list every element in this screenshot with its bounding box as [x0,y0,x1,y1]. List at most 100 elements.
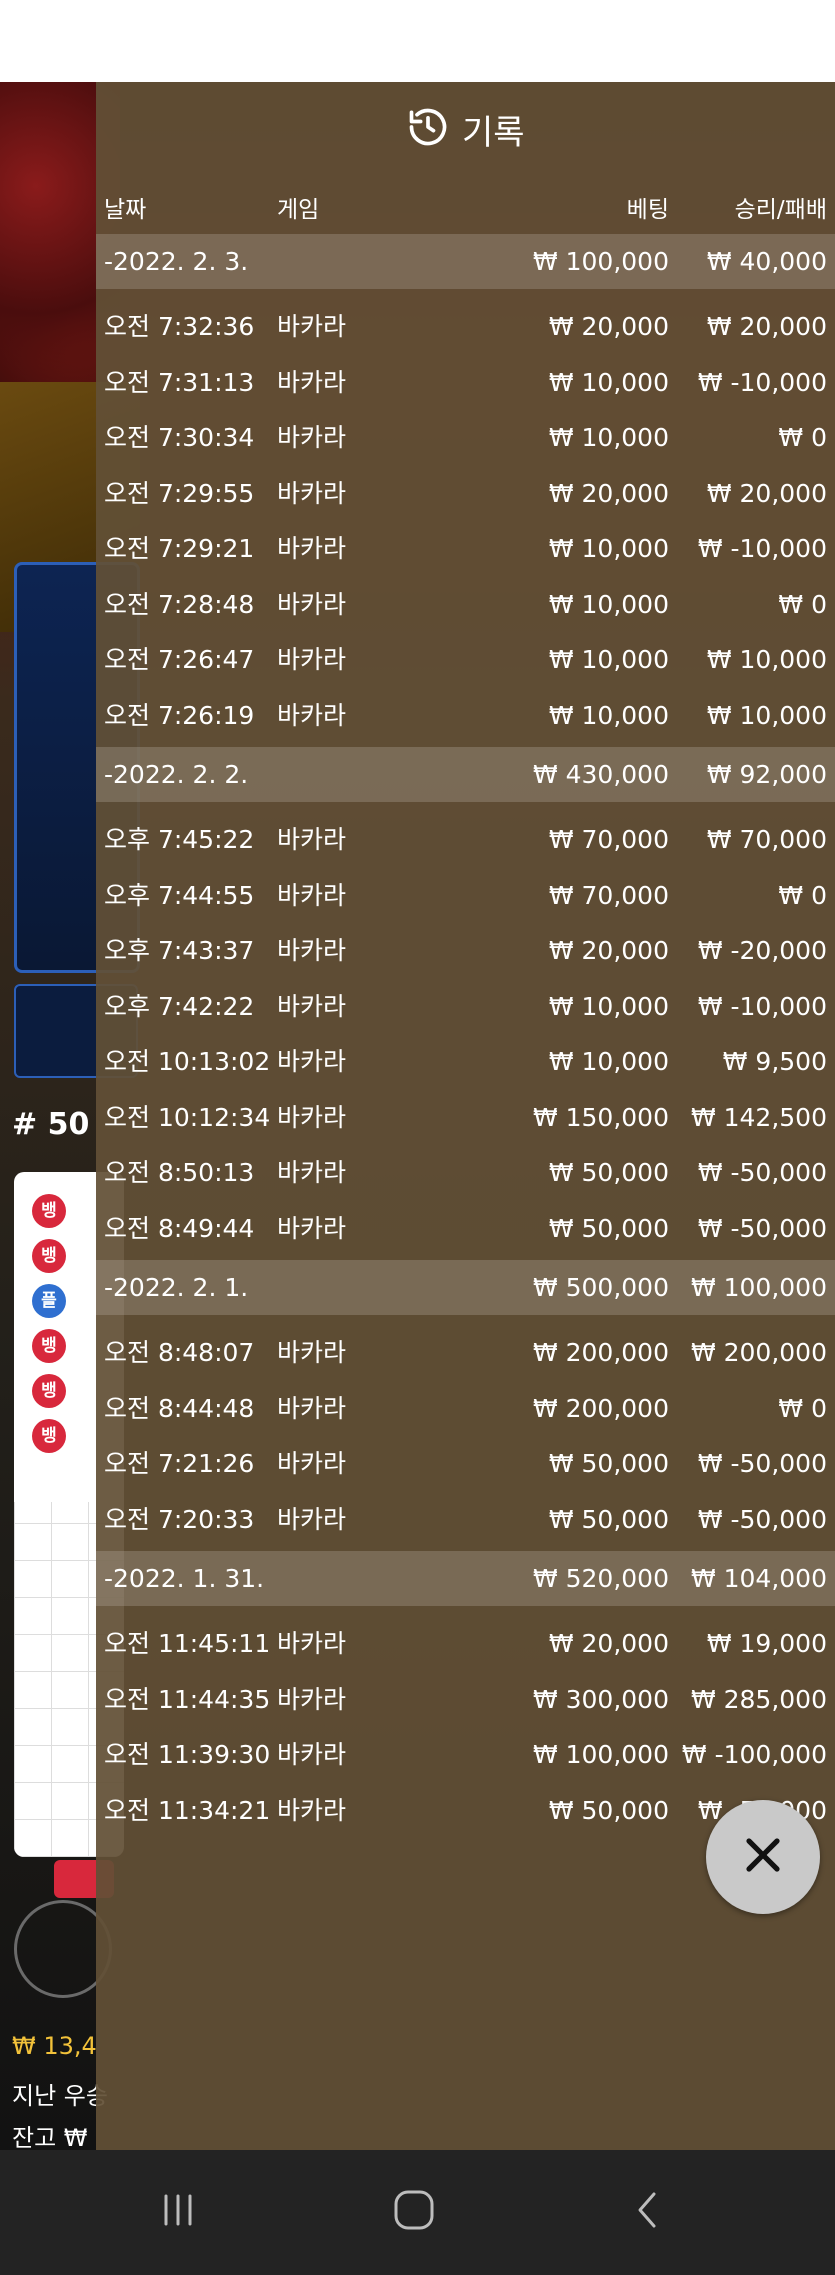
game-cell: 바카라 [277,936,347,965]
time-cell: 오후 7:43:37 [104,936,255,965]
time-cell: 오전 11:39:30 [104,1740,271,1769]
bet-cell: ₩ 70,000 [548,825,669,854]
game-cell: 바카라 [277,1449,347,1478]
bet-cell: ₩ 50,000 [548,1795,669,1825]
date-group-row: -2022. 2. 3. ₩ 100,000 ₩ 40,000 [96,234,835,289]
game-cell: 바카라 [277,1047,347,1076]
record-row: 오전 7:31:13 바카라 ₩ 10,000 ₩ -10,000 [96,355,835,411]
game-cell: 바카라 [277,700,347,730]
time-cell: 오전 11:34:21 [104,1795,271,1825]
history-icon [406,105,450,153]
road-mark: 뱅 [32,1419,66,1453]
bet-cell: ₩ 50,000 [548,1449,669,1478]
recent-apps-icon [156,2188,200,2236]
road-mark: 뱅 [32,1239,66,1273]
navigation-bar [0,2150,835,2275]
game-cell: 바카라 [277,1158,347,1187]
time-cell: 오전 8:50:13 [104,1158,255,1187]
history-list[interactable]: -2022. 2. 3. ₩ 100,000 ₩ 40,000 오전 7:32:36 바… [96,230,835,1838]
time-cell: 오전 11:45:11 [104,1629,271,1658]
bet-cell: ₩ 10,000 [548,1047,669,1076]
bet-cell: ₩ 10,000 [548,367,669,397]
bet-cell: ₩ 10,000 [548,700,669,730]
bet-cell: ₩ 20,000 [548,312,669,341]
game-cell: 바카라 [277,1504,347,1534]
result-total-cell: ₩ 104,000 [690,1564,827,1593]
game-cell: 바카라 [277,312,347,341]
result-cell: ₩ 0 [778,880,827,910]
date-cell: -2022. 2. 3. [104,247,249,276]
result-cell: ₩ 142,500 [690,1102,827,1132]
time-cell: 오후 7:45:22 [104,825,255,854]
column-bet: 베팅 [626,197,669,223]
bet-cell: ₩ 10,000 [548,423,669,452]
column-date: 날짜 [104,197,147,223]
game-cell: 바카라 [277,645,347,674]
game-cell: 바카라 [277,1102,347,1132]
time-cell: 오후 7:44:55 [104,880,255,910]
record-row: 오전 8:49:44 바카라 ₩ 50,000 ₩ -50,000 [96,1201,835,1257]
time-cell: 오전 11:44:35 [104,1684,271,1714]
result-cell: ₩ 10,000 [706,700,827,730]
back-icon [626,2188,670,2236]
last-win-label: 지난 우승 [12,2082,108,2110]
game-cell: 바카라 [277,534,347,563]
record-row: 오전 7:30:34 바카라 ₩ 10,000 ₩ 0 [96,410,835,466]
bet-cell: ₩ 50,000 [548,1504,669,1534]
result-cell: ₩ 9,500 [722,1047,827,1076]
game-cell: 바카라 [277,1684,347,1714]
record-row: 오전 7:28:48 바카라 ₩ 10,000 ₩ 0 [96,577,835,633]
time-cell: 오전 10:12:34 [104,1102,271,1132]
record-row: 오전 7:29:21 바카라 ₩ 10,000 ₩ -10,000 [96,521,835,577]
bet-cell: ₩ 150,000 [532,1102,669,1132]
time-cell: 오전 7:28:48 [104,589,255,619]
bet-cell: ₩ 50,000 [548,1158,669,1187]
result-total-cell: ₩ 40,000 [706,247,827,276]
recent-apps-button[interactable] [148,2182,208,2242]
back-button[interactable] [618,2182,678,2242]
road-mark: 뱅 [32,1329,66,1363]
game-cell: 바카라 [277,1629,347,1658]
date-cell: -2022. 2. 1. [104,1273,249,1302]
time-cell: 오전 8:49:44 [104,1213,255,1243]
time-cell: 오전 7:31:13 [104,367,255,397]
time-cell: 오전 8:48:07 [104,1338,255,1367]
record-row: 오전 7:26:19 바카라 ₩ 10,000 ₩ 10,000 [96,688,835,744]
result-cell: ₩ -50,000 [697,1449,827,1478]
record-row: 오전 10:13:02 바카라 ₩ 10,000 ₩ 9,500 [96,1034,835,1090]
history-title: 기록 [406,104,525,154]
round-number: # 50 [12,1107,90,1142]
game-cell: 바카라 [277,1213,347,1243]
result-cell: ₩ 200,000 [690,1338,827,1367]
game-cell: 바카라 [277,367,347,397]
game-cell: 바카라 [277,423,347,452]
record-row: 오전 8:50:13 바카라 ₩ 50,000 ₩ -50,000 [96,1145,835,1201]
game-cell: 바카라 [277,1740,347,1769]
home-icon [391,2187,437,2237]
bet-cell: ₩ 100,000 [532,1740,669,1769]
record-row: 오전 7:32:36 바카라 ₩ 20,000 ₩ 20,000 [96,299,835,355]
time-cell: 오전 10:13:02 [104,1047,271,1076]
time-cell: 오전 7:30:34 [104,423,255,452]
bet-cell: ₩ 20,000 [548,478,669,508]
result-cell: ₩ -10,000 [697,367,827,397]
result-cell: ₩ 0 [778,1393,827,1423]
record-row: 오후 7:44:55 바카라 ₩ 70,000 ₩ 0 [96,868,835,924]
bet-cell: ₩ 200,000 [532,1393,669,1423]
result-cell: ₩ 0 [778,423,827,452]
result-cell: ₩ -10,000 [697,534,827,563]
result-cell: ₩ -50,000 [697,1213,827,1243]
history-header: 기록 [96,82,835,176]
result-cell: ₩ 19,000 [706,1629,827,1658]
result-cell: ₩ 0 [778,589,827,619]
close-button[interactable] [706,1800,820,1914]
result-cell: ₩ -100,000 [681,1740,827,1769]
home-button[interactable] [384,2182,444,2242]
column-result: 승리/패배 [734,197,827,223]
game-cell: 바카라 [277,991,347,1021]
record-row: 오후 7:42:22 바카라 ₩ 10,000 ₩ -10,000 [96,979,835,1035]
result-cell: ₩ 70,000 [706,825,827,854]
bet-cell: ₩ 10,000 [548,589,669,619]
result-cell: ₩ -20,000 [697,936,827,965]
record-row: 오전 8:44:48 바카라 ₩ 200,000 ₩ 0 [96,1381,835,1437]
